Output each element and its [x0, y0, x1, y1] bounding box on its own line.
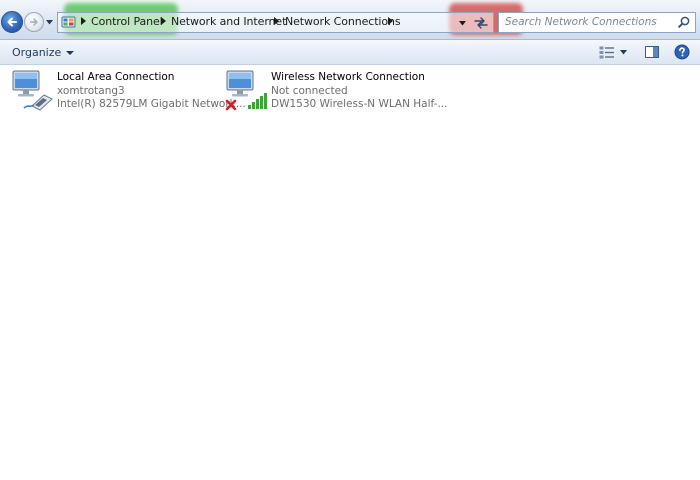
organize-button[interactable]: Organize	[6, 43, 80, 62]
search-icon[interactable]	[677, 15, 691, 29]
connection-text: Local Area Connection xomtrotang3 Intel(…	[57, 71, 246, 112]
wired-network-adapter-icon	[10, 68, 58, 114]
breadcrumb-control-panel[interactable]: Control Panel	[91, 15, 163, 28]
connection-device: Intel(R) 82579LM Gigabit Network...	[57, 98, 246, 110]
connection-device: DW1530 Wireless-N WLAN Half-...	[271, 98, 448, 110]
disconnected-x-icon	[225, 99, 237, 111]
preview-pane-icon	[645, 46, 659, 58]
wireless-network-adapter-icon	[224, 68, 272, 114]
view-details-icon	[599, 46, 614, 58]
breadcrumb-separator-icon[interactable]	[272, 16, 280, 26]
arrow-right-icon	[29, 18, 38, 26]
connection-name: Local Area Connection	[57, 71, 175, 83]
organize-label: Organize	[12, 46, 62, 59]
refresh-button[interactable]	[472, 14, 490, 32]
breadcrumb-network-connections[interactable]: Network Connections	[285, 15, 401, 28]
arrow-left-icon	[7, 17, 17, 27]
search-placeholder[interactable]: Search Network Connections	[505, 16, 657, 28]
change-view-button[interactable]	[596, 44, 630, 60]
breadcrumb-separator-icon[interactable]	[79, 16, 87, 26]
command-bar	[0, 40, 700, 65]
connection-tile-local-area[interactable]: Local Area Connection xomtrotang3 Intel(…	[10, 68, 246, 114]
chevron-down-icon	[620, 49, 627, 54]
connection-status: xomtrotang3	[57, 84, 125, 97]
preview-pane-button[interactable]	[643, 44, 661, 60]
help-button[interactable]	[673, 43, 691, 61]
control-panel-icon[interactable]	[60, 14, 76, 30]
breadcrumb-network-and-internet[interactable]: Network and Internet	[171, 15, 286, 28]
signal-strength-icon	[248, 93, 267, 109]
breadcrumb-separator-icon[interactable]	[159, 16, 167, 26]
refresh-icon	[474, 17, 488, 29]
breadcrumb-separator-icon[interactable]	[386, 16, 394, 26]
chevron-down-icon	[458, 20, 466, 25]
address-history-dropdown[interactable]	[455, 15, 469, 31]
back-button[interactable]	[1, 11, 23, 33]
recent-pages-dropdown[interactable]	[45, 18, 53, 26]
connection-name: Wireless Network Connection	[271, 71, 425, 83]
chevron-down-icon	[45, 19, 53, 24]
connection-status: Not connected	[271, 84, 348, 97]
forward-button[interactable]	[24, 12, 44, 32]
chevron-down-icon	[66, 50, 75, 55]
explorer-window: Control Panel Network and Internet Netwo…	[0, 0, 700, 480]
connection-tile-wireless[interactable]: Wireless Network Connection Not connecte…	[224, 68, 447, 114]
help-icon	[674, 44, 690, 60]
connection-text: Wireless Network Connection Not connecte…	[271, 71, 447, 112]
